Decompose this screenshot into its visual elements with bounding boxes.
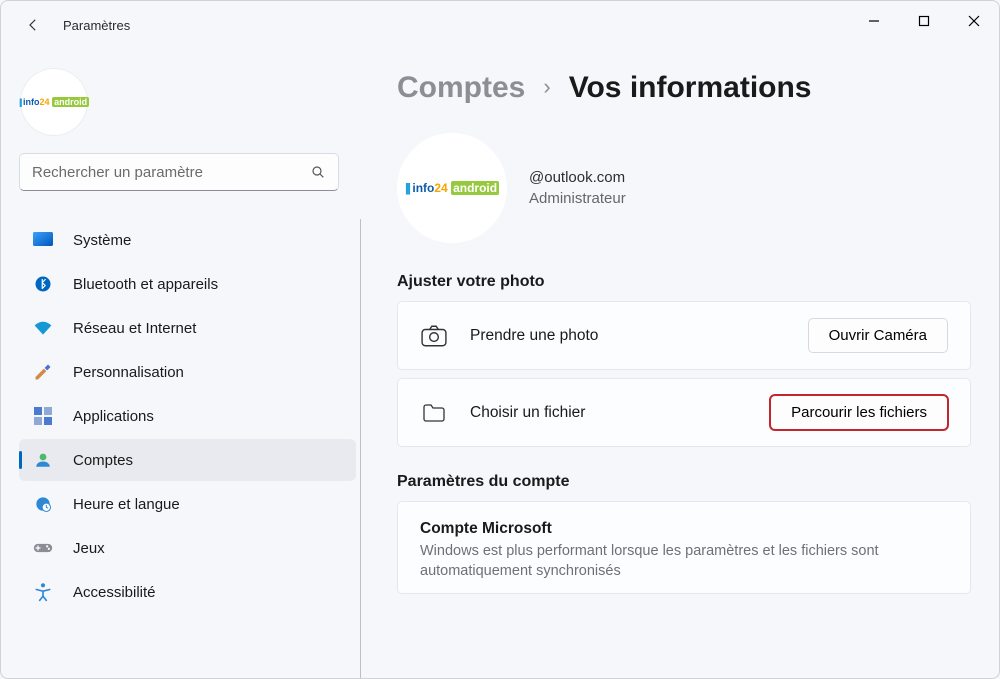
sidebar-item-label: Bluetooth et appareils (73, 276, 218, 293)
profile-summary: ||| info24 android @outlook.com Administ… (397, 133, 971, 243)
sidebar-item-label: Système (73, 232, 131, 249)
sidebar-item-label: Heure et langue (73, 496, 180, 513)
card-label: Choisir un fichier (470, 404, 770, 422)
card-microsoft-account[interactable]: Compte Microsoft Windows est plus perfor… (397, 501, 971, 594)
brush-icon (33, 362, 53, 382)
search-input[interactable] (32, 164, 310, 181)
profile-info: @outlook.com Administrateur (529, 169, 626, 207)
browse-files-button[interactable]: Parcourir les fichiers (770, 395, 948, 430)
sidebar-item-accounts[interactable]: Comptes (19, 439, 356, 481)
monitor-icon (33, 230, 53, 250)
search-icon (310, 164, 326, 180)
section-title-adjust-photo: Ajuster votre photo (397, 273, 971, 291)
clock-globe-icon (33, 494, 53, 514)
window-controls (849, 1, 999, 41)
sidebar-item-time-language[interactable]: Heure et langue (19, 483, 356, 525)
section-title-account-settings: Paramètres du compte (397, 473, 971, 491)
camera-icon (420, 322, 448, 350)
sidebar-item-system[interactable]: Système (19, 219, 356, 261)
minimize-button[interactable] (849, 1, 899, 41)
sidebar-item-label: Personnalisation (73, 364, 184, 381)
accessibility-icon (33, 582, 53, 602)
card-label: Prendre une photo (470, 327, 808, 345)
gamepad-icon (33, 538, 53, 558)
ms-account-title: Compte Microsoft (420, 520, 948, 538)
profile-email: @outlook.com (529, 169, 626, 186)
profile-avatar: ||| info24 android (397, 133, 507, 243)
sidebar-item-network[interactable]: Réseau et Internet (19, 307, 356, 349)
sidebar-item-label: Accessibilité (73, 584, 156, 601)
breadcrumb: Comptes › Vos informations (397, 71, 971, 105)
sidebar: ||| info24 android Système Bluetooth et … (1, 49, 361, 678)
wifi-icon (33, 318, 53, 338)
maximize-button[interactable] (899, 1, 949, 41)
profile-role: Administrateur (529, 190, 626, 207)
card-take-photo: Prendre une photo Ouvrir Caméra (397, 301, 971, 370)
main-content: Comptes › Vos informations ||| info24 an… (361, 49, 999, 678)
sidebar-item-accessibility[interactable]: Accessibilité (19, 571, 356, 613)
avatar-logo: ||| info24 android (405, 181, 499, 195)
sidebar-item-personalization[interactable]: Personnalisation (19, 351, 356, 393)
sidebar-item-bluetooth[interactable]: Bluetooth et appareils (19, 263, 356, 305)
page-title: Vos informations (569, 71, 812, 105)
sidebar-item-gaming[interactable]: Jeux (19, 527, 356, 569)
close-button[interactable] (949, 1, 999, 41)
search-box[interactable] (19, 153, 339, 191)
apps-icon (33, 406, 53, 426)
sidebar-item-label: Comptes (73, 452, 133, 469)
user-avatar[interactable]: ||| info24 android (21, 69, 87, 135)
folder-icon (420, 399, 448, 427)
chevron-right-icon: › (543, 74, 550, 100)
sidebar-item-label: Applications (73, 408, 154, 425)
ms-account-desc: Windows est plus performant lorsque les … (420, 542, 948, 581)
back-button[interactable] (17, 9, 49, 41)
sidebar-item-label: Jeux (73, 540, 105, 557)
person-icon (33, 450, 53, 470)
nav-list: Système Bluetooth et appareils Réseau et… (19, 219, 361, 678)
window-title: Paramètres (63, 18, 130, 33)
card-choose-file: Choisir un fichier Parcourir les fichier… (397, 378, 971, 447)
sidebar-item-apps[interactable]: Applications (19, 395, 356, 437)
bluetooth-icon (33, 274, 53, 294)
breadcrumb-parent[interactable]: Comptes (397, 71, 525, 105)
open-camera-button[interactable]: Ouvrir Caméra (808, 318, 948, 353)
avatar-logo: ||| info24 android (19, 97, 89, 107)
sidebar-item-label: Réseau et Internet (73, 320, 196, 337)
